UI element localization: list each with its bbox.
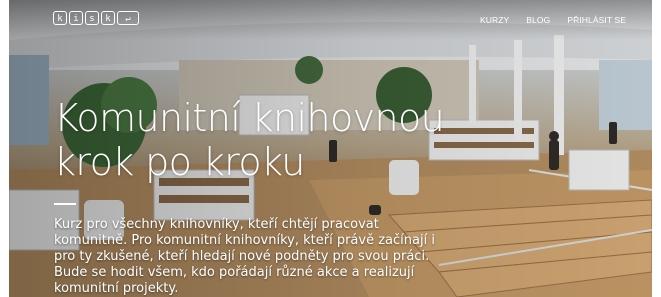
nav-link-login[interactable]: PŘIHLÁSIT SE (567, 15, 626, 25)
hero-title: Komunitní knihovnou krok po kroku (54, 96, 474, 184)
hero-lead-text: Kurz pro všechny knihovníky, kteří chtěj… (54, 217, 435, 296)
nav-link-kurzy[interactable]: KURZY (480, 15, 509, 25)
hero-title-line-1: Komunitní knihovnou (54, 96, 445, 140)
logo-enter-key-icon: ↵ (117, 11, 139, 25)
nav-link-blog[interactable]: BLOG (526, 15, 550, 25)
kisk-logo[interactable]: k i s k ↵ (53, 11, 139, 25)
hero-section: k i s k ↵ KURZY BLOG PŘIHLÁSIT SE Komuni… (9, 0, 652, 297)
main-nav: KURZY BLOG PŘIHLÁSIT SE (480, 15, 626, 25)
logo-key-i: i (69, 11, 83, 25)
logo-key-s: s (85, 11, 99, 25)
title-divider (54, 203, 76, 205)
page: k i s k ↵ KURZY BLOG PŘIHLÁSIT SE Komuni… (0, 0, 661, 297)
hero-title-line-2: krok po kroku (54, 140, 305, 184)
logo-key-k: k (53, 11, 67, 25)
logo-key-k2: k (101, 11, 115, 25)
